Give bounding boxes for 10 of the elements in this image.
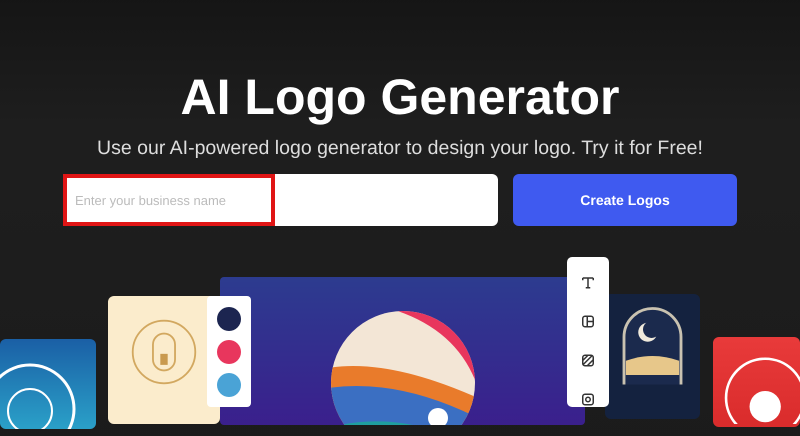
layout-icon[interactable] bbox=[579, 314, 597, 329]
color-swatch[interactable] bbox=[217, 372, 241, 396]
frame-icon[interactable] bbox=[579, 392, 597, 407]
page-subtitle: Use our AI-powered logo generator to design your logo. Try it for Free! bbox=[97, 136, 703, 160]
page-title: AI Logo Generator bbox=[180, 68, 620, 126]
pattern-icon[interactable] bbox=[579, 353, 597, 368]
text-icon[interactable] bbox=[579, 275, 597, 290]
create-logos-button[interactable]: Create Logos bbox=[513, 174, 737, 226]
color-swatch[interactable] bbox=[217, 306, 241, 330]
color-swatch[interactable] bbox=[217, 340, 241, 364]
